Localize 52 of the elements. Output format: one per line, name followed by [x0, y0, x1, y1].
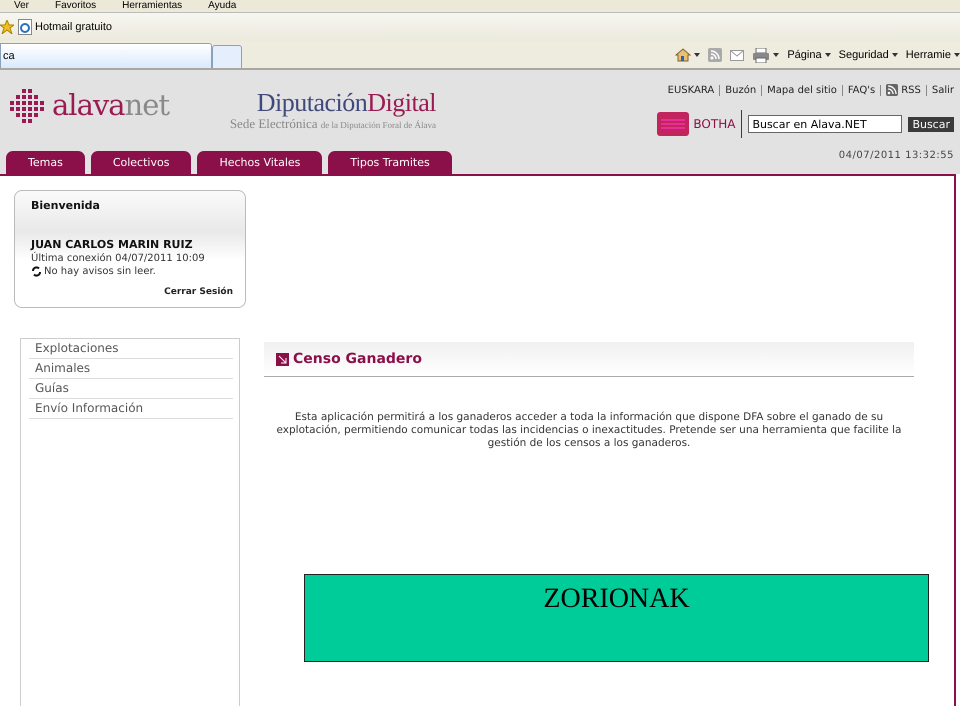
nav-tab[interactable]: Colectivos: [90, 151, 192, 174]
site-logo: alavanet: [52, 88, 170, 122]
welcome-title: Bienvenida: [31, 199, 101, 212]
nav-tab[interactable]: Tipos Tramites: [328, 151, 452, 174]
current-datetime: 04/07/2011 13:32:55: [838, 150, 954, 161]
arrow-square-icon: [276, 352, 289, 366]
sidebar-item[interactable]: Envío Información: [29, 399, 233, 419]
caret-icon: [824, 53, 831, 57]
command-menu[interactable]: Página: [787, 49, 831, 61]
command-menu[interactable]: Seguridad: [838, 49, 898, 61]
menu-item[interactable]: Herramientas: [122, 0, 182, 12]
home-icon[interactable]: [675, 47, 692, 63]
caret-icon: [694, 53, 700, 57]
header-link[interactable]: Buzón: [725, 84, 756, 96]
menu-item[interactable]: Ayuda: [208, 0, 236, 12]
nav-tab[interactable]: Temas: [6, 151, 85, 174]
logout-link[interactable]: Cerrar Sesión: [164, 287, 233, 297]
caret-icon: [892, 53, 898, 57]
new-tab-button[interactable]: [212, 45, 242, 68]
nav-tab[interactable]: Hechos Vitales: [197, 151, 322, 174]
header-link[interactable]: Mapa del sitio: [767, 84, 837, 96]
command-menu[interactable]: Herramie: [906, 49, 960, 61]
search-field[interactable]: Buscar en Alava.NET: [748, 115, 902, 133]
refresh-icon[interactable]: [31, 266, 42, 277]
rss-icon[interactable]: [708, 48, 722, 62]
sidebar-item[interactable]: Explotaciones: [29, 339, 233, 359]
botha-link[interactable]: BOTHA: [657, 110, 742, 138]
header-link[interactable]: EUSKARA: [668, 84, 714, 96]
browser-tab[interactable]: ca: [0, 43, 212, 68]
site-subtitle: Sede Electrónica de la Diputación Foral de Álava: [230, 116, 436, 132]
search-button[interactable]: Buscar: [908, 116, 954, 132]
browser-page-icon: [18, 19, 32, 35]
menu-item[interactable]: Ver: [14, 0, 30, 12]
section-title: Censo Ganadero: [293, 351, 422, 367]
description-text: Esta aplicación permitirá a los ganaderos acceder a toda la información que dispone DFA sobre el ganado de su explotación, permitiendo comunicar todas las incidencias o inexactitudes. Pretende ser una herramienta que facilite la gestión de los censos a los ganaderos.: [276, 411, 902, 450]
last-login: Última conexión 04/07/2011 10:09: [31, 253, 206, 264]
sidebar-item[interactable]: Guías: [29, 379, 233, 399]
star-icon[interactable]: [0, 20, 14, 34]
congrats-banner: ZORIONAK: [304, 574, 929, 662]
header-link[interactable]: FAQ's: [848, 84, 876, 96]
caret-icon: [954, 53, 960, 57]
header-link[interactable]: Salir: [932, 84, 954, 96]
mail-icon[interactable]: [730, 50, 744, 60]
favorite-link[interactable]: Hotmail gratuito: [18, 19, 112, 35]
notices-text: No hay avisos sin leer.: [44, 266, 156, 277]
menu-item[interactable]: Favoritos: [55, 0, 96, 12]
site-title: DiputaciónDigital: [256, 90, 436, 116]
user-name: JUAN CARLOS MARIN RUIZ: [31, 238, 194, 251]
sidebar-item[interactable]: Animales: [29, 359, 233, 379]
printer-icon[interactable]: [752, 48, 770, 62]
caret-icon: [773, 53, 780, 57]
header-link[interactable]: RSS: [886, 84, 921, 96]
